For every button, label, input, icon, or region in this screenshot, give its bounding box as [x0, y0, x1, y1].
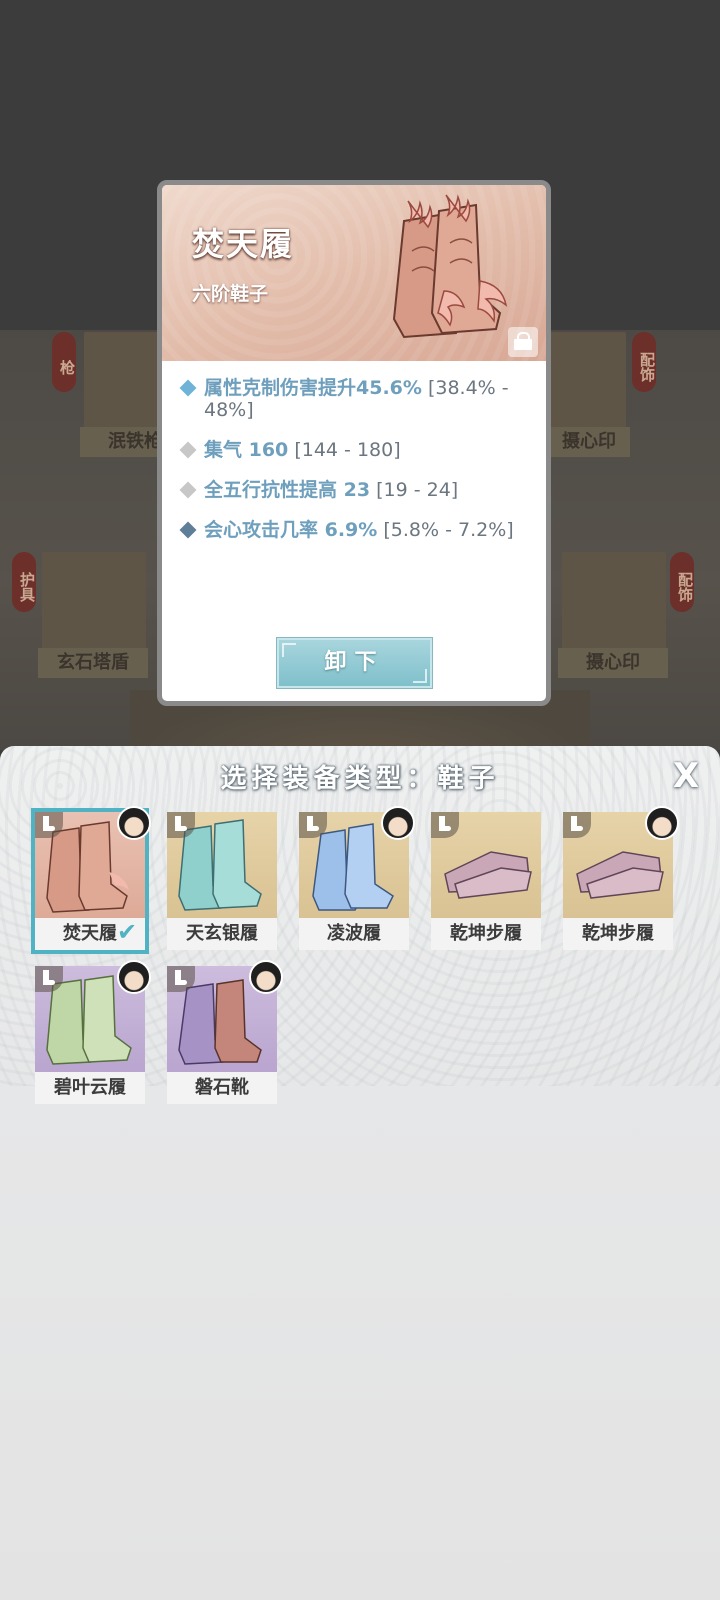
item-label: 碧叶云履 — [35, 1072, 145, 1104]
item-label: 天玄银履 — [167, 918, 277, 950]
item-label: 凌波履 — [299, 918, 409, 950]
item-label: 乾坤步履 — [431, 918, 541, 950]
bg-slot-label: 摄心印 — [558, 648, 668, 678]
equipment-name: 焚天履 — [192, 225, 295, 263]
character-avatar-icon — [117, 806, 151, 840]
button-corner-ornament — [413, 669, 427, 683]
lock-icon[interactable] — [508, 327, 538, 357]
checkmark-icon: ✔ — [117, 918, 138, 946]
bg-slot-label: 摄心印 — [548, 427, 630, 457]
boots-illustration — [392, 194, 508, 339]
button-corner-ornament — [282, 643, 296, 657]
stat-row: 会心攻击几率 6.9% [5.8% - 7.2%] — [178, 519, 538, 541]
stat-name: 属性克制伤害提升45.6% — [204, 377, 422, 399]
close-button[interactable]: X — [668, 758, 704, 794]
character-avatar-icon — [381, 806, 415, 840]
bg-slot-tag: 护具 — [12, 552, 36, 612]
bg-slot-tag: 配饰 — [670, 552, 694, 612]
character-avatar-icon — [249, 960, 283, 994]
diamond-icon — [179, 481, 197, 499]
equipment-item[interactable]: 焚天履 ✔ — [31, 806, 151, 954]
stat-list: 属性克制伤害提升45.6% [38.4% - 48%] 集气 160 [144 … — [178, 377, 538, 559]
detail-header: 焚天履 六阶鞋子 — [162, 185, 546, 361]
diamond-icon — [179, 521, 197, 539]
stat-range: [5.8% - 7.2%] — [383, 519, 514, 541]
diamond-icon — [179, 441, 197, 459]
item-label: 磐石靴 — [167, 1072, 277, 1104]
equipment-item[interactable]: 乾坤步履 — [431, 812, 541, 950]
bg-slot-tag: 配饰 — [632, 332, 656, 392]
bg-slot-accessory[interactable] — [548, 332, 626, 432]
item-label: 乾坤步履 — [563, 918, 673, 950]
stat-row: 集气 160 [144 - 180] — [178, 439, 538, 461]
character-avatar-icon — [117, 960, 151, 994]
character-avatar-icon — [645, 806, 679, 840]
unload-button[interactable]: 卸下 — [277, 638, 432, 688]
stat-name: 全五行抗性提高 23 — [204, 479, 371, 501]
bg-slot-accessory-2[interactable] — [562, 552, 666, 652]
sheet-title: 选择装备类型：鞋子 — [220, 764, 500, 794]
equipment-detail-card: 焚天履 六阶鞋子 属性克制伤害提升45.6% [38.4% - 48%] 集气 … — [157, 180, 551, 706]
bg-slot-label: 玄石塔盾 — [38, 648, 148, 678]
bg-slot-tag: 枪 — [52, 332, 76, 392]
stat-range: [144 - 180] — [294, 439, 401, 461]
equipment-item[interactable]: 天玄银履 — [167, 812, 277, 950]
equipment-item[interactable]: 磐石靴 — [167, 960, 283, 1104]
stat-name: 会心攻击几率 6.9% — [204, 519, 378, 541]
unload-button-label: 卸下 — [324, 650, 385, 675]
equipment-select-sheet: 选择装备类型：鞋子 X 焚天履 ✔ 天玄银履 凌波履 乾坤步履 乾坤步履 碧叶云… — [0, 746, 720, 1600]
bg-slot-armor[interactable] — [42, 552, 146, 652]
equipment-tier: 六阶鞋子 — [192, 283, 269, 305]
equipment-item[interactable]: 乾坤步履 — [563, 806, 679, 950]
diamond-icon — [179, 379, 197, 397]
equipment-item[interactable]: 凌波履 — [299, 806, 415, 950]
stat-range: [19 - 24] — [376, 479, 459, 501]
equipment-item[interactable]: 碧叶云履 — [35, 960, 151, 1104]
stat-name: 集气 160 — [204, 439, 289, 461]
stat-row: 全五行抗性提高 23 [19 - 24] — [178, 479, 538, 501]
stat-row: 属性克制伤害提升45.6% [38.4% - 48%] — [178, 377, 538, 421]
